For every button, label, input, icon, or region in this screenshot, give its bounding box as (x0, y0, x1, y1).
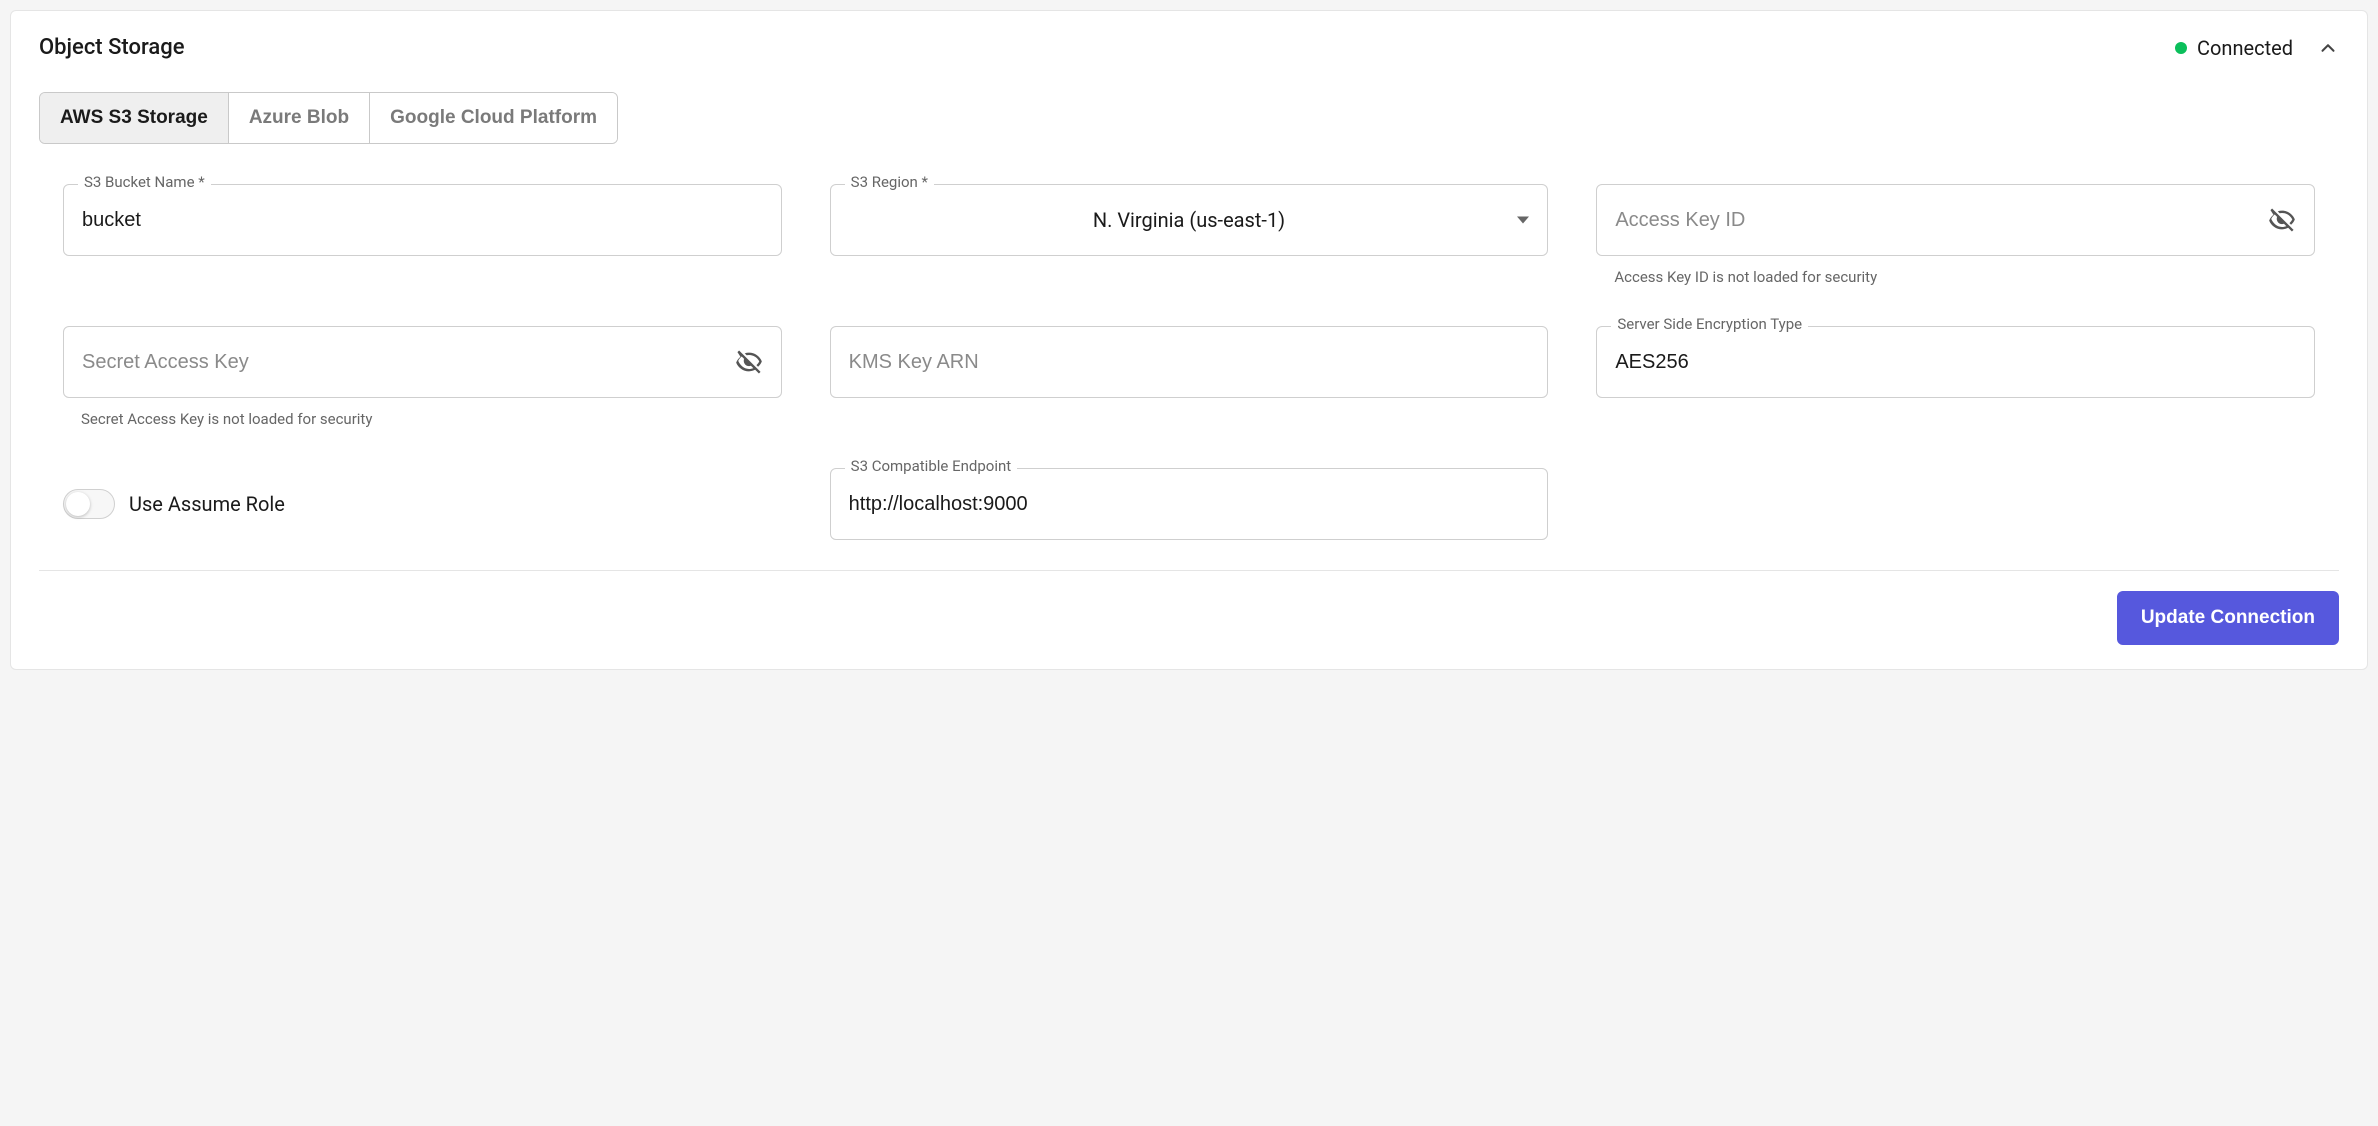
kms-key-box (830, 326, 1549, 398)
object-storage-card: Object Storage Connected AWS S3 Storage … (10, 10, 2368, 670)
assume-role-row: Use Assume Role (63, 468, 782, 540)
s3-region-value: N. Virginia (us-east-1) (849, 208, 1530, 232)
endpoint-field: S3 Compatible Endpoint (830, 468, 1549, 540)
secret-key-helper: Secret Access Key is not loaded for secu… (63, 410, 782, 428)
s3-bucket-field: S3 Bucket Name * (63, 184, 782, 286)
assume-role-field: Use Assume Role (63, 468, 782, 540)
endpoint-label: S3 Compatible Endpoint (845, 459, 1018, 474)
caret-down-icon (1517, 217, 1529, 224)
visibility-off-icon[interactable] (735, 348, 763, 376)
sse-type-field: Server Side Encryption Type (1596, 326, 2315, 428)
form-grid: S3 Bucket Name * S3 Region * N. Virginia… (39, 184, 2339, 540)
secret-key-field: Secret Access Key is not loaded for secu… (63, 326, 782, 428)
tab-gcp[interactable]: Google Cloud Platform (369, 93, 617, 143)
connection-status: Connected (2175, 36, 2293, 60)
access-key-box (1596, 184, 2315, 256)
s3-region-label: S3 Region * (845, 175, 934, 190)
divider (39, 570, 2339, 571)
access-key-field: Access Key ID is not loaded for security (1596, 184, 2315, 286)
visibility-off-icon[interactable] (2268, 206, 2296, 234)
card-header: Object Storage Connected (39, 35, 2339, 60)
access-key-helper: Access Key ID is not loaded for security (1596, 268, 2315, 286)
s3-bucket-input[interactable] (82, 209, 763, 232)
card-footer: Update Connection (39, 591, 2339, 645)
storage-provider-tabs: AWS S3 Storage Azure Blob Google Cloud P… (39, 92, 618, 144)
update-connection-button[interactable]: Update Connection (2117, 591, 2339, 645)
secret-key-input[interactable] (82, 351, 735, 374)
s3-region-field: S3 Region * N. Virginia (us-east-1) (830, 184, 1549, 286)
secret-key-box (63, 326, 782, 398)
s3-bucket-box: S3 Bucket Name * (63, 184, 782, 256)
assume-role-label: Use Assume Role (129, 492, 285, 516)
tab-aws-s3[interactable]: AWS S3 Storage (40, 93, 228, 143)
s3-region-select[interactable]: S3 Region * N. Virginia (us-east-1) (830, 184, 1549, 256)
chevron-up-icon[interactable] (2317, 37, 2339, 59)
kms-key-input[interactable] (849, 351, 1530, 374)
kms-key-field (830, 326, 1549, 428)
sse-type-box: Server Side Encryption Type (1596, 326, 2315, 398)
s3-bucket-label: S3 Bucket Name * (78, 175, 211, 190)
status-dot-icon (2175, 42, 2187, 54)
assume-role-toggle[interactable] (63, 489, 115, 519)
section-title: Object Storage (39, 35, 184, 60)
sse-type-input[interactable] (1615, 351, 2296, 374)
status-label: Connected (2197, 36, 2293, 60)
sse-type-label: Server Side Encryption Type (1611, 317, 1808, 332)
header-right: Connected (2175, 36, 2339, 60)
access-key-input[interactable] (1615, 209, 2268, 232)
toggle-knob (66, 492, 90, 516)
endpoint-input[interactable] (849, 493, 1530, 516)
endpoint-box: S3 Compatible Endpoint (830, 468, 1549, 540)
tab-azure-blob[interactable]: Azure Blob (228, 93, 369, 143)
